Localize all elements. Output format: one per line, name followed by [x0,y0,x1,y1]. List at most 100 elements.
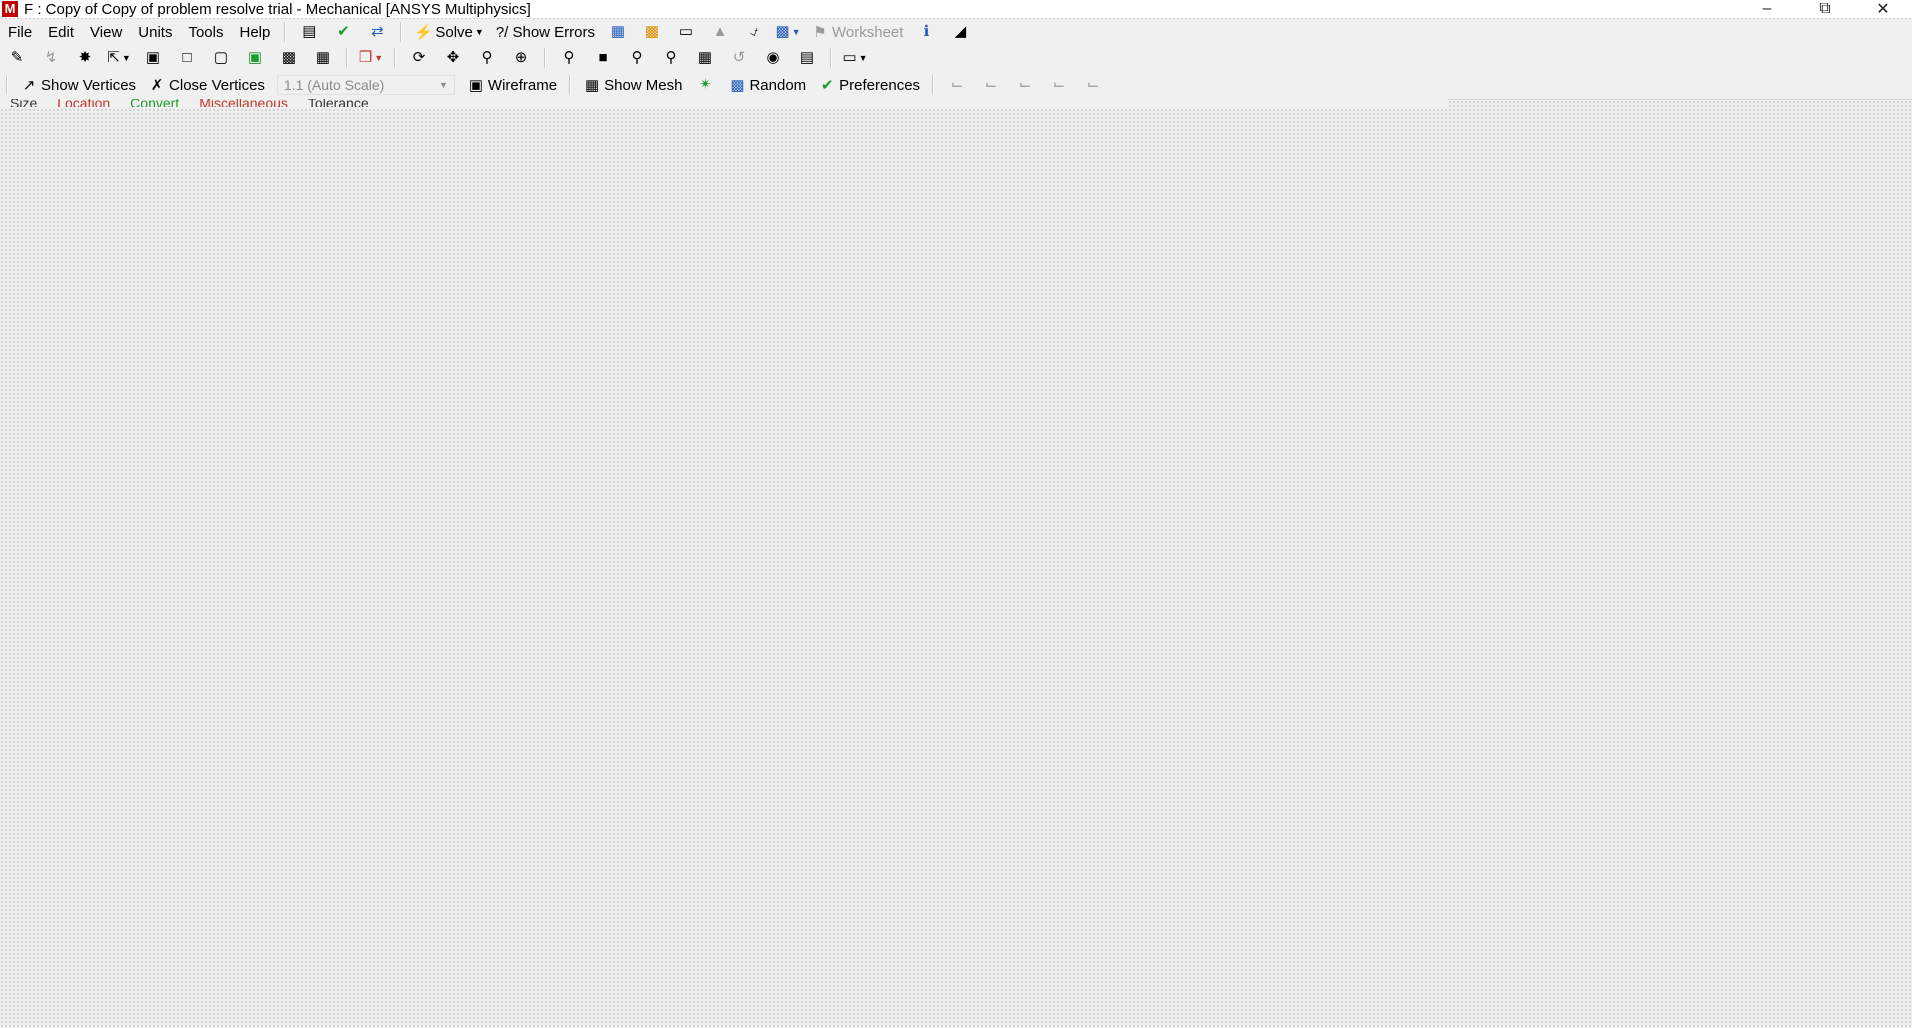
tag-icon[interactable]: ◢ [950,22,970,42]
edge-thick-icon[interactable]: ⌙ [1015,75,1035,95]
restore-icon: ⧉ [1819,0,1831,17]
toolbar-separator [394,48,396,68]
menu-view[interactable]: View [82,24,130,41]
toolbar-separator [6,75,8,95]
face-select-icon[interactable]: ▢ [211,48,231,68]
body-select-icon[interactable]: ▣ [245,48,265,68]
toolbar-separator [284,22,287,42]
magnifier-window-icon[interactable]: ■ [593,48,613,68]
solve-button[interactable]: ⚡ Solve ▼ [414,23,484,42]
select-mode-icon[interactable]: ⇱ ▼ [107,48,131,68]
zoom-to-fit-icon[interactable]: ⚲ [559,48,579,68]
worksheet-icon: ⚑ [813,24,827,41]
random-colors-icon: ▩ [730,77,745,94]
worksheet-button[interactable]: ⚑ Worksheet [811,23,904,42]
preferences-button[interactable]: ✔ Preferences [818,76,921,95]
worksheet-label: Worksheet [832,23,904,41]
edge-select-icon[interactable]: □ [177,48,197,68]
check-icon[interactable]: ✔ [333,22,353,42]
chevron-down-icon[interactable]: ▼ [475,27,484,37]
graphics-toolbar: ✎ ↯ ✸ ⇱ ▼ ▣ □ ▢ ▣ ▩ ▦ ❒ ▼ ⟳ ✥ ⚲ ⊕ ⚲ ■ ⚲ ⚲ … [0,45,1912,71]
edge-multi-icon[interactable]: ⌙ [1083,75,1103,95]
close-icon: ✕ [1876,1,1890,18]
chevron-down-icon: ▼ [439,80,448,90]
element-select-icon[interactable]: ▦ [313,48,333,68]
stack-icon[interactable]: ▤ [797,48,817,68]
minimize-button[interactable]: – [1738,0,1796,18]
toolbar-separator [346,48,348,68]
show-mesh-label: Show Mesh [604,76,683,94]
menu-tools[interactable]: Tools [180,24,231,41]
node-select-icon[interactable]: ▩ [279,48,299,68]
preferences-label: Preferences [839,76,921,94]
graphics-canvas[interactable] [0,107,1912,1028]
wireframe-icon: ▣ [468,77,484,94]
paint-brush-icon[interactable]: ✎ [7,48,27,68]
probe-icon[interactable]: ▲ [710,22,730,42]
menu-file[interactable]: File [0,24,40,41]
new-analysis-icon[interactable]: ▦ [608,22,628,42]
title-bar: M F : Copy of Copy of problem resolve tr… [0,0,1912,18]
cube-icon[interactable]: ❒ ▼ [359,48,383,68]
command-prompt-icon[interactable]: ▤ [299,22,319,42]
window-title: F : Copy of Copy of problem resolve tria… [24,0,531,18]
toolbar-separator [569,75,572,95]
size-menu[interactable]: Size [10,99,37,107]
menu-help[interactable]: Help [232,24,279,41]
report-icon[interactable]: ▭ [676,22,696,42]
edge-display-icon[interactable]: ⌙ [981,75,1001,95]
viewports-icon[interactable]: ▭ ▼ [842,48,867,68]
scale-select[interactable]: 1.1 (Auto Scale) ▼ [276,75,455,95]
preferences-icon: ✔ [820,77,834,94]
location-menu[interactable]: Location [57,99,110,107]
solve-label: Solve [435,23,473,41]
text-annotation-icon[interactable]: ⍻ [744,22,764,42]
show-errors-button[interactable]: ?/ Show Errors [496,24,595,41]
rotate-icon[interactable]: ⟳ [409,48,429,68]
partial-mesh-toolbar: Size Location Convert Miscellaneous Tole… [0,99,1448,107]
connect-icon[interactable]: ⇄ [367,22,387,42]
window-controls: – ⧉ ✕ [1738,0,1912,18]
isometric-view-icon[interactable]: ▦ [695,48,715,68]
zoom-icon[interactable]: ⚲ [477,48,497,68]
show-vertices-button[interactable]: ↗ Show Vertices [20,76,137,95]
context-help-icon[interactable]: ℹ [916,22,936,42]
close-vertices-label: Close Vertices [169,76,265,94]
wireframe-button[interactable]: ▣ Wireframe [467,76,558,95]
coordinate-axes-icon[interactable]: ✴ [695,75,715,95]
close-button[interactable]: ✕ [1854,0,1912,18]
ansys-mechanical-app-icon[interactable]: M [2,1,18,17]
select-adjacent-icon[interactable]: ✸ [75,48,95,68]
toolbar-separator [830,48,832,68]
edge-coloring-icon[interactable]: ⌙ [947,75,967,95]
convert-menu[interactable]: Convert [130,99,179,107]
mesh-icon: ▦ [585,77,600,94]
previous-view-icon[interactable]: ⚲ [627,48,647,68]
show-vertices-label: Show Vertices [41,76,137,94]
random-colors-button[interactable]: ▩ Random [728,76,807,95]
miscellaneous-menu[interactable]: Miscellaneous [199,99,288,107]
menu-units[interactable]: Units [130,24,180,41]
close-vertices-icon: ✗ [150,77,164,94]
image-icon[interactable]: ▩ ▼ [775,22,800,42]
extend-icon[interactable]: ↯ [41,48,61,68]
edge-shared-icon[interactable]: ⌙ [1049,75,1069,95]
set-view-icon[interactable]: ↺ [729,48,749,68]
menu-and-standard-toolbar: File Edit View Units Tools Help ▤ ✔ ⇄ ⚡ … [0,19,1912,45]
toolbar-separator [544,48,546,68]
wireframe-label: Wireframe [487,76,558,94]
chart-icon[interactable]: ▩ [642,22,662,42]
close-vertices-button[interactable]: ✗ Close Vertices [148,76,265,95]
viewport-icon[interactable]: ◉ [763,48,783,68]
random-label: Random [749,76,807,94]
vertex-select-icon[interactable]: ▣ [143,48,163,68]
restore-button[interactable]: ⧉ [1796,0,1854,18]
show-mesh-button[interactable]: ▦ Show Mesh [583,76,683,95]
tolerance-menu[interactable]: Tolerance [308,99,369,107]
vertex-icon: ↗ [22,77,36,94]
box-zoom-icon[interactable]: ⊕ [511,48,531,68]
toolbar-separator [932,75,935,95]
pan-icon[interactable]: ✥ [443,48,463,68]
next-view-icon[interactable]: ⚲ [661,48,681,68]
menu-edit[interactable]: Edit [40,24,82,41]
